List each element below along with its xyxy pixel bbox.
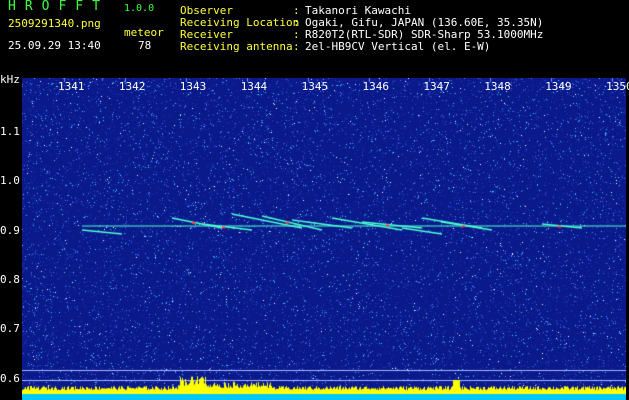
hrofft-window: HROFFT 1.0.0 2509291340.png 25.09.29 13:… — [0, 0, 629, 400]
y-tick-label: 0.9 — [0, 224, 20, 237]
x-tick-label: 1349 — [545, 80, 572, 93]
meteor-label: meteor — [124, 26, 164, 39]
spectrogram-canvas — [22, 78, 626, 400]
x-tick-label: 1347 — [423, 80, 450, 93]
antenna-colon: : — [293, 40, 300, 53]
app-version: 1.0.0 — [124, 3, 155, 14]
y-tick-label: 1.0 — [0, 174, 20, 187]
x-tick-label: 1345 — [301, 80, 329, 93]
capture-datetime: 25.09.29 13:40 — [8, 39, 101, 52]
y-tick-label: 1.1 — [0, 125, 20, 138]
y-tick-label: 0.7 — [0, 322, 20, 335]
y-tick-label: 0.8 — [0, 273, 20, 286]
meteor-count: 78 — [138, 39, 152, 52]
file-name: 2509291340.png — [8, 17, 101, 30]
x-tick-label: 1341 — [58, 80, 85, 93]
x-tick-label: 1348 — [484, 80, 511, 93]
x-tick-label: 1342 — [118, 80, 146, 93]
antenna-value: 2el-HB9CV Vertical (el. E-W) — [305, 40, 491, 53]
x-tick-label: 1350 — [606, 80, 629, 93]
y-axis-unit: kHz — [0, 73, 20, 86]
app-logo: HROFFT — [8, 0, 109, 14]
y-tick-label: 0.6 — [0, 372, 20, 385]
antenna-label: Receiving antenna — [180, 40, 293, 53]
x-tick-label: 1346 — [362, 80, 390, 93]
x-tick-label: 1344 — [240, 80, 268, 93]
x-tick-label: 1343 — [179, 80, 207, 93]
